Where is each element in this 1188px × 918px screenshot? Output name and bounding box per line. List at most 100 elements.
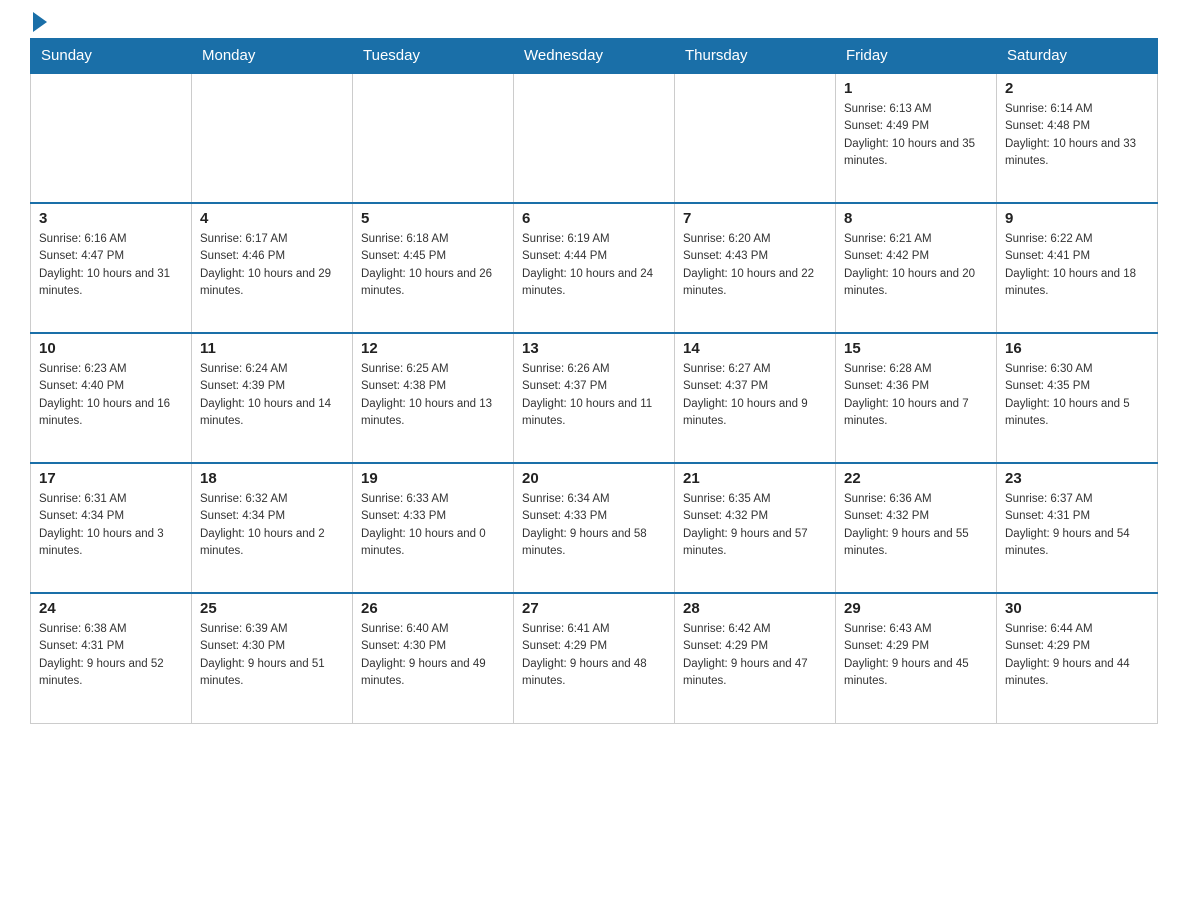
- day-info: Sunrise: 6:27 AMSunset: 4:37 PMDaylight:…: [683, 361, 827, 430]
- calendar-day-cell: 11 Sunrise: 6:24 AMSunset: 4:39 PMDayligh…: [192, 333, 353, 463]
- day-number: 5: [361, 210, 505, 227]
- day-info: Sunrise: 6:41 AMSunset: 4:29 PMDaylight:…: [522, 621, 666, 690]
- day-number: 25: [200, 600, 344, 617]
- calendar-table: SundayMondayTuesdayWednesdayThursdayFrid…: [30, 38, 1158, 724]
- day-number: 18: [200, 470, 344, 487]
- day-number: 13: [522, 340, 666, 357]
- calendar-day-cell: 6 Sunrise: 6:19 AMSunset: 4:44 PMDaylight…: [514, 203, 675, 333]
- day-number: 22: [844, 470, 988, 487]
- calendar-header-row: SundayMondayTuesdayWednesdayThursdayFrid…: [31, 39, 1158, 74]
- day-info: Sunrise: 6:44 AMSunset: 4:29 PMDaylight:…: [1005, 621, 1149, 690]
- day-info: Sunrise: 6:14 AMSunset: 4:48 PMDaylight:…: [1005, 101, 1149, 170]
- day-of-week-header: Saturday: [997, 39, 1158, 74]
- day-info: Sunrise: 6:37 AMSunset: 4:31 PMDaylight:…: [1005, 491, 1149, 560]
- day-number: 9: [1005, 210, 1149, 227]
- calendar-day-cell: 17Sunrise: 6:31 AMSunset: 4:34 PMDayligh…: [31, 463, 192, 593]
- day-number: 1: [844, 80, 988, 97]
- day-info: Sunrise: 6:24 AMSunset: 4:39 PMDaylight:…: [200, 361, 344, 430]
- day-number: 2: [1005, 80, 1149, 97]
- calendar-day-cell: 9 Sunrise: 6:22 AMSunset: 4:41 PMDaylight…: [997, 203, 1158, 333]
- day-number: 14: [683, 340, 827, 357]
- day-info: Sunrise: 6:39 AMSunset: 4:30 PMDaylight:…: [200, 621, 344, 690]
- day-number: 20: [522, 470, 666, 487]
- logo-arrow-icon: [33, 12, 47, 32]
- logo: [30, 20, 47, 28]
- calendar-day-cell: 18 Sunrise: 6:32 AMSunset: 4:34 PMDayligh…: [192, 463, 353, 593]
- day-number: 26: [361, 600, 505, 617]
- day-number: 24: [39, 600, 183, 617]
- day-number: 28: [683, 600, 827, 617]
- day-of-week-header: Friday: [836, 39, 997, 74]
- day-number: 10: [39, 340, 183, 357]
- day-info: Sunrise: 6:17 AMSunset: 4:46 PMDaylight:…: [200, 231, 344, 300]
- calendar-day-cell: 10 Sunrise: 6:23 AMSunset: 4:40 PMDayligh…: [31, 333, 192, 463]
- calendar-day-cell: [192, 73, 353, 203]
- day-info: Sunrise: 6:28 AMSunset: 4:36 PMDaylight:…: [844, 361, 988, 430]
- day-info: Sunrise: 6:19 AMSunset: 4:44 PMDaylight:…: [522, 231, 666, 300]
- day-of-week-header: Sunday: [31, 39, 192, 74]
- day-number: 7: [683, 210, 827, 227]
- calendar-week-row: 10 Sunrise: 6:23 AMSunset: 4:40 PMDayligh…: [31, 333, 1158, 463]
- day-number: 21: [683, 470, 827, 487]
- day-number: 27: [522, 600, 666, 617]
- day-info: Sunrise: 6:35 AMSunset: 4:32 PMDaylight:…: [683, 491, 827, 560]
- calendar-day-cell: [514, 73, 675, 203]
- calendar-day-cell: 21 Sunrise: 6:35 AMSunset: 4:32 PMDayligh…: [675, 463, 836, 593]
- day-number: 8: [844, 210, 988, 227]
- day-info: Sunrise: 6:25 AMSunset: 4:38 PMDaylight:…: [361, 361, 505, 430]
- day-number: 12: [361, 340, 505, 357]
- calendar-day-cell: 5 Sunrise: 6:18 AMSunset: 4:45 PMDaylight…: [353, 203, 514, 333]
- day-info: Sunrise: 6:13 AMSunset: 4:49 PMDaylight:…: [844, 101, 988, 170]
- day-of-week-header: Wednesday: [514, 39, 675, 74]
- day-info: Sunrise: 6:23 AMSunset: 4:40 PMDaylight:…: [39, 361, 183, 430]
- day-info: Sunrise: 6:26 AMSunset: 4:37 PMDaylight:…: [522, 361, 666, 430]
- day-number: 6: [522, 210, 666, 227]
- day-info: Sunrise: 6:33 AMSunset: 4:33 PMDaylight:…: [361, 491, 505, 560]
- day-info: Sunrise: 6:16 AMSunset: 4:47 PMDaylight:…: [39, 231, 183, 300]
- calendar-week-row: 1 Sunrise: 6:13 AMSunset: 4:49 PMDaylight…: [31, 73, 1158, 203]
- day-number: 16: [1005, 340, 1149, 357]
- calendar-week-row: 17Sunrise: 6:31 AMSunset: 4:34 PMDayligh…: [31, 463, 1158, 593]
- calendar-week-row: 3 Sunrise: 6:16 AMSunset: 4:47 PMDaylight…: [31, 203, 1158, 333]
- day-info: Sunrise: 6:21 AMSunset: 4:42 PMDaylight:…: [844, 231, 988, 300]
- day-of-week-header: Thursday: [675, 39, 836, 74]
- calendar-day-cell: 29 Sunrise: 6:43 AMSunset: 4:29 PMDayligh…: [836, 593, 997, 723]
- calendar-day-cell: 15 Sunrise: 6:28 AMSunset: 4:36 PMDayligh…: [836, 333, 997, 463]
- day-of-week-header: Tuesday: [353, 39, 514, 74]
- calendar-day-cell: 22 Sunrise: 6:36 AMSunset: 4:32 PMDayligh…: [836, 463, 997, 593]
- day-info: Sunrise: 6:18 AMSunset: 4:45 PMDaylight:…: [361, 231, 505, 300]
- calendar-day-cell: 30 Sunrise: 6:44 AMSunset: 4:29 PMDayligh…: [997, 593, 1158, 723]
- calendar-day-cell: 13 Sunrise: 6:26 AMSunset: 4:37 PMDayligh…: [514, 333, 675, 463]
- calendar-day-cell: 23Sunrise: 6:37 AMSunset: 4:31 PMDayligh…: [997, 463, 1158, 593]
- calendar-day-cell: 12 Sunrise: 6:25 AMSunset: 4:38 PMDayligh…: [353, 333, 514, 463]
- calendar-day-cell: 7 Sunrise: 6:20 AMSunset: 4:43 PMDaylight…: [675, 203, 836, 333]
- day-number: 29: [844, 600, 988, 617]
- day-info: Sunrise: 6:32 AMSunset: 4:34 PMDaylight:…: [200, 491, 344, 560]
- day-info: Sunrise: 6:34 AMSunset: 4:33 PMDaylight:…: [522, 491, 666, 560]
- day-info: Sunrise: 6:38 AMSunset: 4:31 PMDaylight:…: [39, 621, 183, 690]
- day-info: Sunrise: 6:40 AMSunset: 4:30 PMDaylight:…: [361, 621, 505, 690]
- calendar-day-cell: 20 Sunrise: 6:34 AMSunset: 4:33 PMDayligh…: [514, 463, 675, 593]
- calendar-day-cell: 25 Sunrise: 6:39 AMSunset: 4:30 PMDayligh…: [192, 593, 353, 723]
- day-number: 11: [200, 340, 344, 357]
- calendar-day-cell: 19Sunrise: 6:33 AMSunset: 4:33 PMDayligh…: [353, 463, 514, 593]
- calendar-day-cell: 14 Sunrise: 6:27 AMSunset: 4:37 PMDayligh…: [675, 333, 836, 463]
- day-number: 4: [200, 210, 344, 227]
- day-info: Sunrise: 6:43 AMSunset: 4:29 PMDaylight:…: [844, 621, 988, 690]
- day-number: 15: [844, 340, 988, 357]
- day-number: 30: [1005, 600, 1149, 617]
- day-number: 3: [39, 210, 183, 227]
- calendar-day-cell: 16 Sunrise: 6:30 AMSunset: 4:35 PMDayligh…: [997, 333, 1158, 463]
- calendar-day-cell: [675, 73, 836, 203]
- day-info: Sunrise: 6:20 AMSunset: 4:43 PMDaylight:…: [683, 231, 827, 300]
- day-info: Sunrise: 6:22 AMSunset: 4:41 PMDaylight:…: [1005, 231, 1149, 300]
- day-info: Sunrise: 6:30 AMSunset: 4:35 PMDaylight:…: [1005, 361, 1149, 430]
- calendar-day-cell: 1 Sunrise: 6:13 AMSunset: 4:49 PMDaylight…: [836, 73, 997, 203]
- calendar-day-cell: [353, 73, 514, 203]
- calendar-day-cell: 8 Sunrise: 6:21 AMSunset: 4:42 PMDaylight…: [836, 203, 997, 333]
- day-info: Sunrise: 6:31 AMSunset: 4:34 PMDaylight:…: [39, 491, 183, 560]
- day-info: Sunrise: 6:36 AMSunset: 4:32 PMDaylight:…: [844, 491, 988, 560]
- calendar-day-cell: 4 Sunrise: 6:17 AMSunset: 4:46 PMDaylight…: [192, 203, 353, 333]
- page-header: [30, 20, 1158, 28]
- calendar-day-cell: 26 Sunrise: 6:40 AMSunset: 4:30 PMDayligh…: [353, 593, 514, 723]
